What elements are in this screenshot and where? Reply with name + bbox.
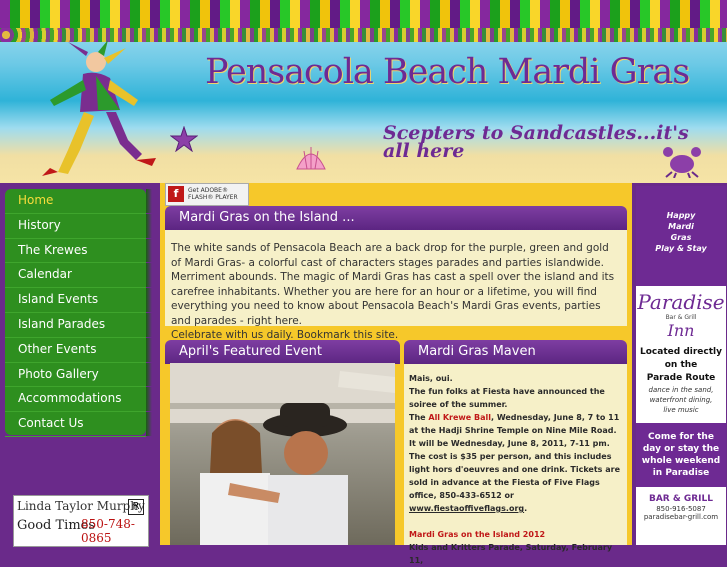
maven-2012-heading: Mardi Gras on the Island 2012 (409, 530, 546, 539)
nav-item-calendar[interactable]: Calendar (5, 263, 152, 289)
ad-happy-mardi-gras: Happy Mardi Gras Play & Stay (655, 211, 707, 253)
event-photo-illustration (170, 363, 395, 545)
mardi-gras-maven-panel: Mardi Gras Maven Mais, oui. The fun folk… (404, 340, 627, 565)
realtor-ad[interactable]: Linda Taylor Murphy R Good Times 850-748… (13, 495, 149, 547)
all-krewe-ball-label: All Krewe Ball (428, 413, 491, 422)
nav-item-home[interactable]: Home (5, 189, 152, 214)
ad-bar-grill-line: Bar & Grill (665, 314, 697, 321)
jester-illustration (42, 40, 156, 176)
fiesta-website-link[interactable]: www.fiestaoffiveflags.org (409, 504, 524, 513)
featured-event-photo[interactable] (170, 363, 395, 545)
flash-icon: f (168, 186, 184, 202)
intro-heading: Mardi Gras on the Island ... (165, 206, 627, 230)
realtor-phone: 850-748-0865 (81, 517, 135, 545)
flash-badge-text: Get ADOBE® FLASH® PLAYER (188, 187, 238, 201)
maven-heading: Mardi Gras Maven (404, 340, 627, 364)
realtor-logo-icon: R (128, 499, 144, 515)
starfish-icon (170, 126, 198, 152)
nav-item-accommodations[interactable]: Accommodations (5, 387, 152, 413)
intro-body: The white sands of Pensacola Beach are a… (165, 230, 627, 341)
nav-item-contact-us[interactable]: Contact Us (5, 412, 152, 437)
nav-item-island-parades[interactable]: Island Parades (5, 312, 152, 338)
maven-body: Mais, oui. The fun folks at Fiesta have … (404, 364, 627, 565)
flash-player-badge[interactable]: f Get ADOBE® FLASH® PLAYER (165, 183, 249, 206)
realtor-name: Linda Taylor Murphy (17, 499, 145, 513)
ad-inn-label: Inn (667, 321, 695, 340)
nav-item-history[interactable]: History (5, 213, 152, 239)
site-header: Pensacola Beach Mardi Gras Scepters to S… (0, 0, 727, 183)
ad-brand-name: Paradise (637, 290, 725, 314)
intro-paragraph: The white sands of Pensacola Beach are a… (171, 242, 615, 327)
seashell-icon (296, 147, 326, 170)
ad-amenities: dance in the sand, waterfront dining, live… (648, 386, 714, 414)
nav-item-the-krewes[interactable]: The Krewes (5, 238, 152, 264)
maven-ball-details: The All Krewe Ball, Wednesday, June 8, 7… (409, 413, 620, 513)
ad-top-banner: Happy Mardi Gras Play & Stay (636, 186, 726, 286)
featured-event-panel: April's Featured Event (165, 340, 400, 545)
featured-event-heading: April's Featured Event (165, 340, 400, 364)
ad-bar-grill-footer: BAR & GRILL (648, 494, 713, 504)
nav-item-island-events[interactable]: Island Events (5, 288, 152, 313)
ad-website: paradisebar-grill.com (643, 513, 719, 521)
maven-intro: The fun folks at Fiesta have announced t… (409, 387, 605, 409)
ad-location: Located directly on the Parade Route (640, 347, 722, 383)
ad-promo: Come for the day or stay the whole weekend… (636, 423, 726, 487)
nav-item-photo-gallery[interactable]: Photo Gallery (5, 362, 152, 388)
ad-phone: 850-916-5087 (656, 505, 706, 513)
crab-icon (663, 147, 701, 178)
intro-panel: Mardi Gras on the Island ... The white s… (165, 206, 627, 341)
site-title: Pensacola Beach Mardi Gras (205, 52, 690, 92)
main-navigation: Home History The Krewes Calendar Island … (5, 189, 152, 437)
paradise-bar-grill-ad[interactable]: Happy Mardi Gras Play & Stay Paradise Bar &… (636, 186, 726, 545)
nav-item-other-events[interactable]: Other Events (5, 337, 152, 363)
maven-greeting: Mais, oui. (409, 374, 453, 383)
